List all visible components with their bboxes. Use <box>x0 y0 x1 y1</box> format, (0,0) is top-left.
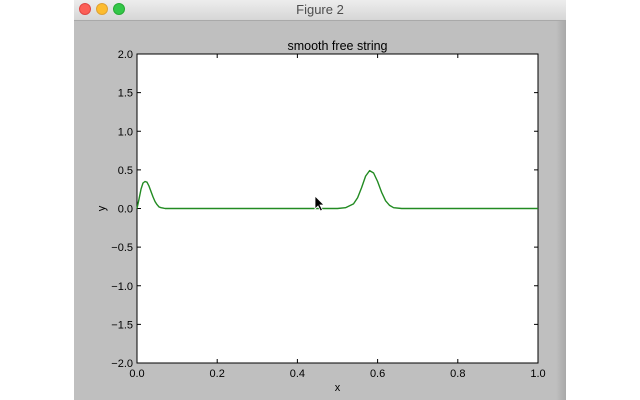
x-tick-label: 0.4 <box>290 368 305 380</box>
y-tick-label: 0.0 <box>118 204 133 216</box>
x-tick-label: 0.8 <box>450 368 465 380</box>
x-tick-label: 0.6 <box>370 368 385 380</box>
y-tick-label: −1.0 <box>111 281 133 293</box>
y-tick-label: 2.0 <box>118 49 133 61</box>
figure-window: Figure 2 smooth free string x y 0.0 0.2 0.… <box>74 0 566 400</box>
y-axis-label: y <box>96 205 108 211</box>
y-tick-label: 1.5 <box>118 88 133 100</box>
y-tick-label: −0.5 <box>111 242 133 254</box>
chart-title: smooth free string <box>287 39 387 53</box>
line-chart[interactable]: smooth free string x y 0.0 0.2 0.4 0.6 0.8 1.… <box>74 0 566 400</box>
x-axis-label: x <box>335 382 341 394</box>
x-tick-label: 0.2 <box>210 368 225 380</box>
x-tick-label: 1.0 <box>530 368 545 380</box>
y-tick-label: −2.0 <box>111 358 133 370</box>
y-tick-label: 1.0 <box>118 126 133 138</box>
y-tick-label: −1.5 <box>111 319 133 331</box>
y-tick-label: 0.5 <box>118 165 133 177</box>
